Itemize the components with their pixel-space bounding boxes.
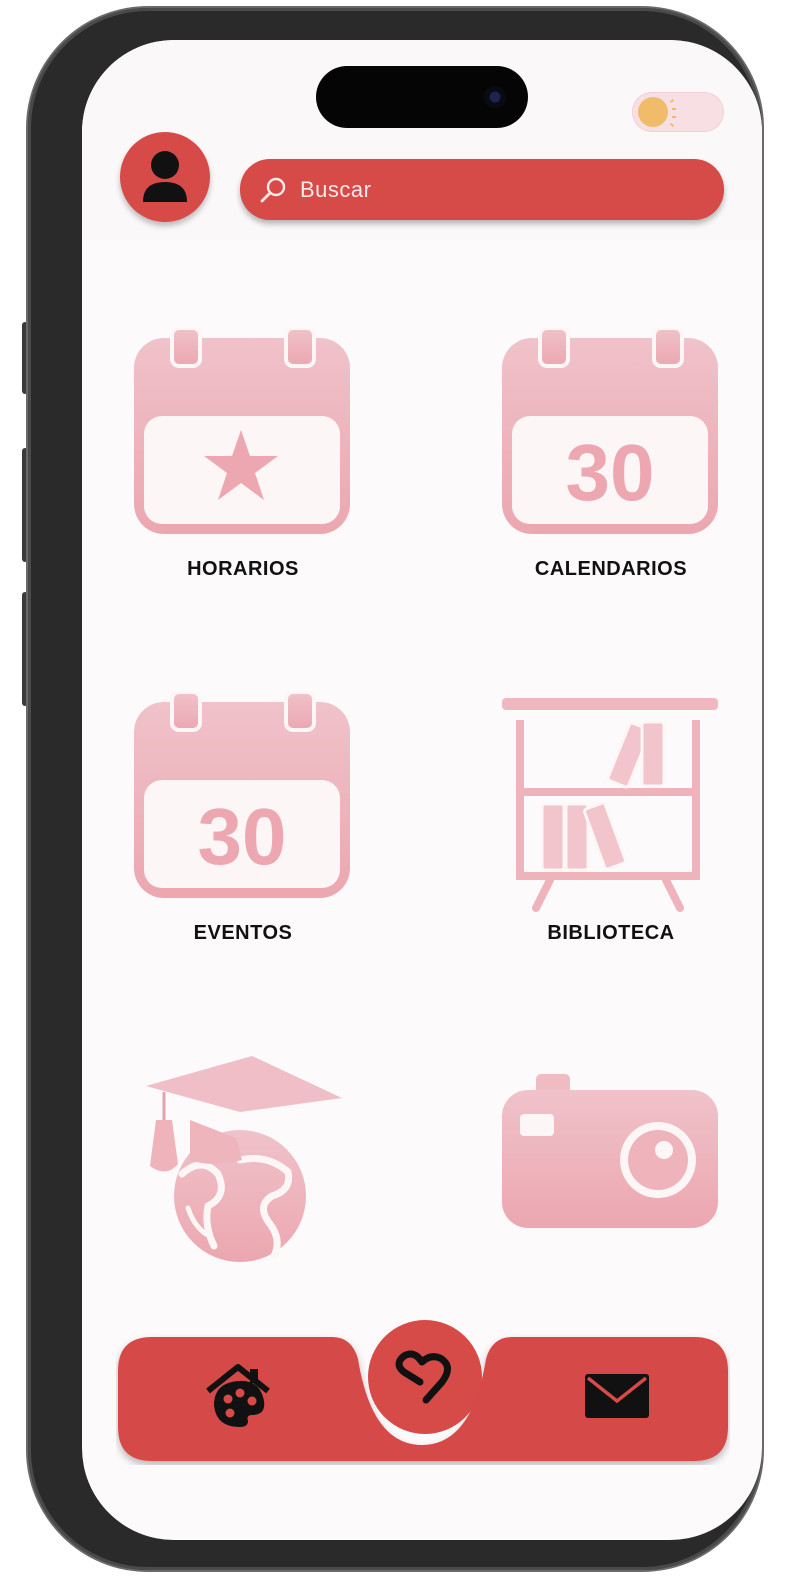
home-nav-button[interactable] <box>204 1363 276 1434</box>
calendar-star-icon <box>134 328 350 534</box>
calendar-number: 30 <box>566 428 655 517</box>
menu-item-label: EVENTOS <box>193 922 293 944</box>
calendar-number: 30 <box>198 792 287 881</box>
heart-logo-icon <box>395 1350 451 1404</box>
graduation-globe-icon <box>146 1056 342 1262</box>
dynamic-island <box>316 66 528 128</box>
phone-frame: Buscar HORARIOS 30 CALENDARIOS 30 EVENTO… <box>28 8 762 1570</box>
search-bar[interactable]: Buscar <box>240 159 724 220</box>
search-input[interactable]: Buscar <box>300 177 371 203</box>
calendar-30-icon: 30 <box>134 692 350 898</box>
bookshelf-icon <box>502 698 718 912</box>
menu-item-label: BIBLIOTECA <box>547 922 675 944</box>
home-palette-icon <box>206 1364 270 1427</box>
menu-item-calendarios[interactable]: 30 CALENDARIOS <box>496 328 726 588</box>
sun-icon <box>638 97 668 127</box>
menu-item-label: CALENDARIOS <box>534 558 688 580</box>
theme-toggle[interactable] <box>632 92 724 132</box>
menu-item-horarios[interactable]: HORARIOS <box>128 328 358 588</box>
camera-icon <box>502 1074 718 1228</box>
mail-nav-button[interactable] <box>584 1373 650 1424</box>
menu-item-label: HORARIOS <box>187 558 299 580</box>
app-screen: Buscar HORARIOS 30 CALENDARIOS 30 EVENTO… <box>82 40 762 1540</box>
menu-item-graduation[interactable] <box>132 1056 362 1266</box>
menu-item-camera[interactable] <box>498 1074 728 1234</box>
profile-avatar-button[interactable] <box>120 132 210 222</box>
menu-item-biblioteca[interactable]: BIBLIOTECA <box>496 692 726 952</box>
center-action-button[interactable] <box>368 1320 482 1434</box>
search-icon <box>260 177 286 202</box>
user-icon <box>143 151 187 202</box>
menu-item-eventos[interactable]: 30 EVENTOS <box>128 692 358 952</box>
mail-icon <box>585 1374 649 1418</box>
calendar-30-icon: 30 <box>502 328 718 534</box>
